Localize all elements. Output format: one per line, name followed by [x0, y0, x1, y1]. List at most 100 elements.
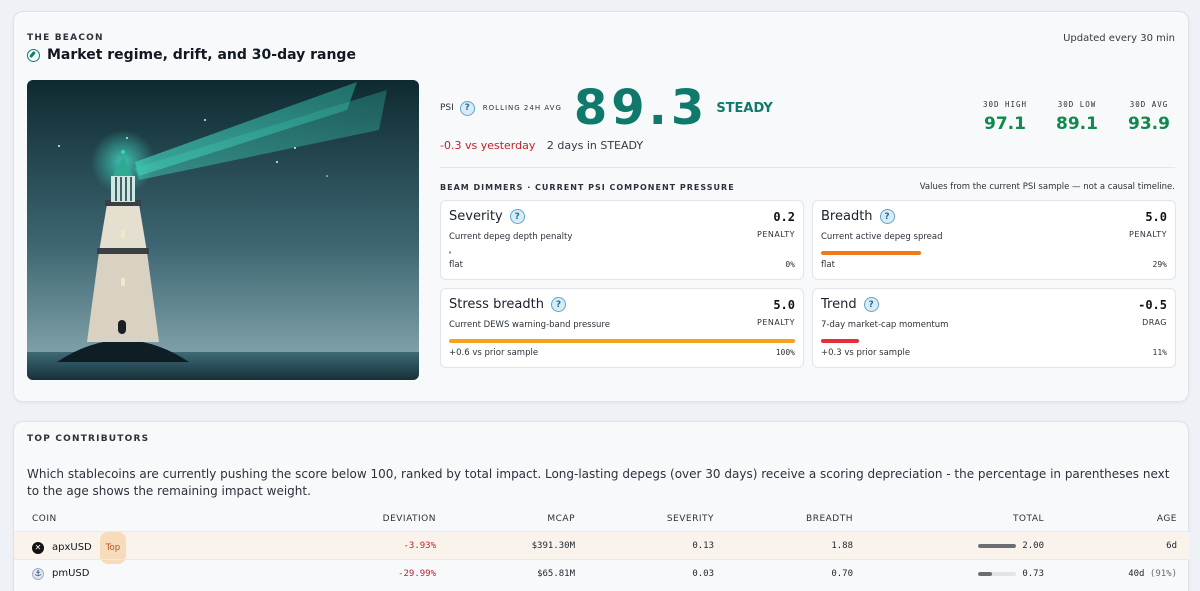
dimmers-note: Values from the current PSI sample — not…: [919, 182, 1175, 192]
psi-days-in-state: 2 days in STEADY: [546, 139, 644, 152]
coin-name[interactable]: apxUSD: [52, 534, 92, 562]
total-cell: 2.00: [978, 532, 1044, 560]
contributors-description: Which stablecoins are currently pushing …: [27, 467, 1170, 498]
psi-delta: -0.3 vs yesterday: [440, 139, 536, 152]
dimmer-percent: 29%: [1152, 260, 1167, 269]
dimmer-trend: flat: [449, 260, 463, 270]
dimmer-percent: 11%: [1152, 348, 1167, 357]
col-deviation[interactable]: DEVIATION: [383, 507, 436, 531]
stat-30d-high: 30D HIGH 97.1: [979, 100, 1031, 134]
col-severity[interactable]: SEVERITY: [667, 507, 714, 531]
psi-row: PSI ? ROLLING 24H AVG 89.3 STEADY: [440, 84, 773, 132]
dimmer-bar: [821, 339, 860, 343]
psi-help-icon[interactable]: ?: [459, 100, 475, 116]
dimmer-value: 0.2: [773, 210, 795, 224]
col-coin[interactable]: COIN: [32, 507, 57, 531]
trend-help-icon[interactable]: ?: [863, 297, 879, 312]
dimmers-eyebrow: BEAM DIMMERS · CURRENT PSI COMPONENT PRE…: [440, 183, 735, 192]
col-breadth[interactable]: BREADTH: [806, 507, 853, 531]
divider: [440, 167, 1175, 168]
range-stats: 30D HIGH 97.1 30D LOW 89.1 30D AVG 93.9: [979, 100, 1175, 134]
contributors-eyebrow: TOP CONTRIBUTORS: [27, 434, 150, 444]
beacon-eyebrow: THE BEACON: [27, 33, 104, 43]
total-value: 2.00: [1022, 541, 1044, 551]
stat-30d-avg: 30D AVG 93.9: [1123, 100, 1175, 134]
total-bar: [978, 544, 1017, 548]
dimmer-stress-breadth: Stress breadth? 5.0 Current DEWS warning…: [440, 288, 804, 368]
psi-value: 89.3: [573, 80, 709, 136]
age-value: 6d: [1166, 532, 1177, 560]
psi-subline: -0.3 vs yesterday 2 days in STEADY: [440, 139, 643, 152]
dimmer-unit: PENALTY: [757, 230, 795, 239]
contributors-card: TOP CONTRIBUTORS Which stablecoins are c…: [13, 421, 1190, 591]
dimmer-percent: 100%: [775, 348, 795, 357]
dimmer-value: -0.5: [1138, 298, 1167, 312]
dimmer-trend-card: Trend? -0.5 7-day market-cap momentum DR…: [812, 288, 1176, 368]
page-title: Market regime, drift, and 30-day range: [47, 47, 356, 63]
deviation-value: -3.93%: [403, 541, 436, 551]
stress-breadth-help-icon[interactable]: ?: [550, 297, 566, 312]
dimmer-unit: PENALTY: [1129, 230, 1167, 239]
dimmer-trend: +0.3 vs prior sample: [821, 348, 911, 358]
col-total[interactable]: TOTAL: [1013, 507, 1044, 531]
stat-value: 89.1: [1056, 114, 1098, 134]
age-value: 40d (91%): [1128, 560, 1177, 588]
dimmer-trend: flat: [821, 260, 835, 270]
beacon-card: THE BEACON Market regime, drift, and 30-…: [13, 11, 1189, 402]
total-value: 0.73: [1022, 569, 1044, 579]
dimmer-title: Stress breadth: [449, 297, 544, 312]
psi-state: STEADY: [716, 100, 773, 116]
dimmer-title: Trend: [821, 297, 857, 312]
breadth-value: 0.70: [831, 569, 853, 579]
age-days: 6d: [1166, 541, 1177, 551]
stat-label: 30D HIGH: [982, 100, 1028, 109]
mcap-value: $391.30M: [531, 541, 575, 551]
dimmer-unit: DRAG: [1142, 318, 1167, 327]
total-cell: 0.73: [978, 560, 1044, 588]
dimmer-unit: PENALTY: [757, 318, 795, 327]
col-mcap[interactable]: MCAP: [547, 507, 575, 531]
dimmer-subtitle: Current DEWS warning-band pressure: [449, 320, 610, 330]
stat-label: 30D LOW: [1057, 100, 1097, 109]
dimmer-title: Severity: [449, 209, 503, 224]
dimmer-trend: +0.6 vs prior sample: [449, 348, 539, 358]
dimmer-subtitle: Current active depeg spread: [821, 232, 943, 242]
dimmer-breadth: Breadth? 5.0 Current active depeg spread…: [812, 200, 1176, 280]
lighthouse-image: [27, 80, 419, 380]
contributors-table: COIN DEVIATION MCAP SEVERITY BREADTH TOT…: [14, 507, 1190, 587]
severity-value: 0.03: [692, 569, 714, 579]
severity-value: 0.13: [692, 541, 714, 551]
age-days: 40d: [1128, 569, 1145, 579]
deviation-value: -29.99%: [398, 569, 436, 579]
table-row[interactable]: ⚓ pmUSD -29.99% $65.81M 0.03 0.70 0.73 4…: [14, 559, 1190, 587]
x-circle-icon: ✕: [32, 542, 44, 554]
dimmer-subtitle: Current depeg depth penalty: [449, 232, 573, 242]
dimmer-severity: Severity? 0.2 Current depeg depth penalt…: [440, 200, 804, 280]
total-bar-fill: [978, 572, 992, 576]
dimmer-value: 5.0: [1145, 210, 1167, 224]
beacon-title-row: Market regime, drift, and 30-day range: [27, 47, 356, 63]
coin-name[interactable]: pmUSD: [52, 560, 89, 588]
stat-value: 93.9: [1128, 114, 1170, 134]
breadth-value: 1.88: [831, 541, 853, 551]
severity-help-icon[interactable]: ?: [509, 209, 525, 224]
col-age[interactable]: AGE: [1157, 507, 1177, 531]
stat-value: 97.1: [984, 114, 1026, 134]
mcap-value: $65.81M: [537, 569, 575, 579]
dimmer-value: 5.0: [773, 298, 795, 312]
dimmer-title: Breadth: [821, 209, 873, 224]
dimmer-subtitle: 7-day market-cap momentum: [821, 320, 949, 330]
lighthouse-illustration: [27, 80, 419, 380]
pm-coin-icon: ⚓: [32, 568, 44, 580]
compass-icon: [27, 48, 40, 62]
dimmer-bar: [449, 251, 451, 254]
dimmer-bar: [449, 339, 795, 343]
coin-cell: ⚓ pmUSD: [32, 560, 89, 588]
psi-label: PSI: [440, 103, 454, 113]
breadth-help-icon[interactable]: ?: [879, 209, 895, 224]
dimmer-bar: [821, 251, 922, 255]
stat-label: 30D AVG: [1129, 100, 1169, 109]
age-weight: (91%): [1149, 569, 1177, 579]
dimmer-percent: 0%: [785, 260, 795, 269]
table-row[interactable]: ✕ apxUSD Top -3.93% $391.30M 0.13 1.88 2…: [14, 531, 1190, 564]
